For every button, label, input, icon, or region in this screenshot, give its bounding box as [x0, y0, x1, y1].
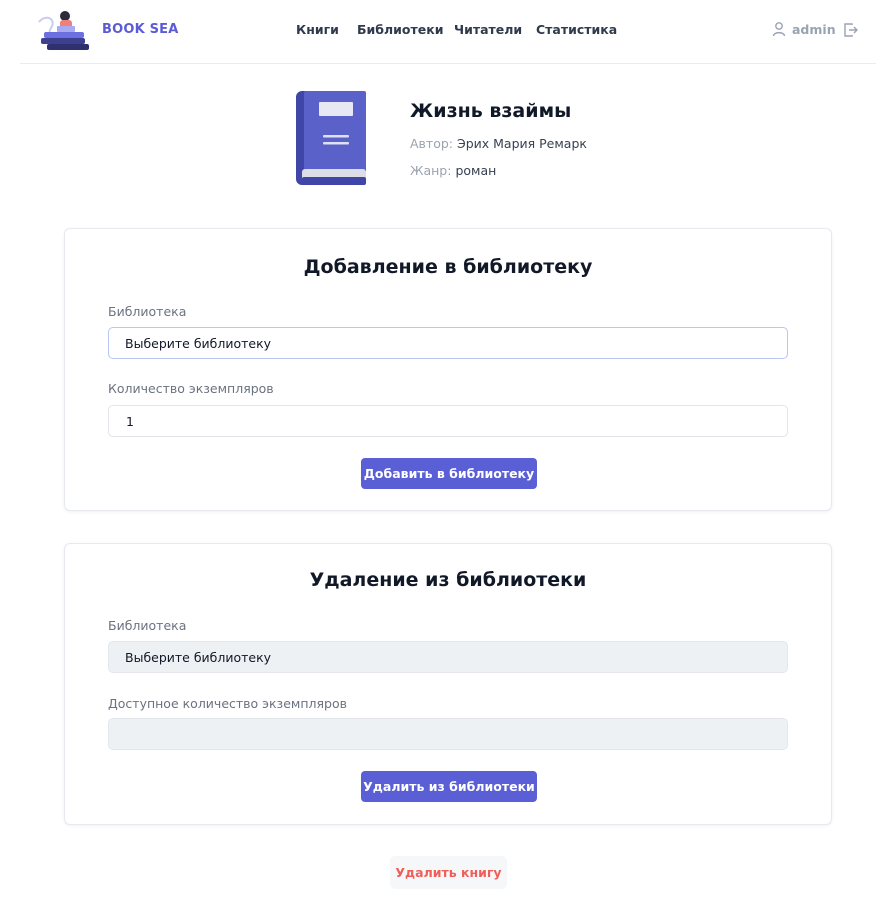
remove-library-select-value: Выберите библиотеку	[125, 649, 272, 665]
user-menu[interactable]: admin	[772, 21, 836, 37]
add-to-library-card: Добавление в библиотеку Библиотека Выбер…	[64, 228, 832, 511]
remove-library-select[interactable]: Выберите библиотеку	[108, 641, 788, 673]
add-library-select[interactable]: Выберите библиотеку	[108, 327, 788, 359]
remove-section-title: Удаление из библиотеки	[309, 569, 587, 591]
remove-count-input[interactable]	[108, 718, 788, 750]
nav-readers[interactable]: Читатели	[454, 22, 522, 37]
delete-book-button[interactable]: Удалить книгу	[390, 856, 507, 889]
add-count-input[interactable]: 1	[108, 405, 788, 437]
remove-from-library-button[interactable]: Удалить из библиотеки	[361, 771, 537, 802]
brand-name[interactable]: BOOK SEA	[102, 22, 179, 37]
remove-count-label: Доступное количество экземпляров	[108, 696, 347, 711]
add-library-label: Библиотека	[108, 304, 187, 319]
username: admin	[792, 21, 836, 37]
logout-icon[interactable]	[843, 22, 859, 38]
user-icon	[772, 22, 786, 37]
book-genre: Жанр: роман	[410, 163, 496, 178]
genre-value: роман	[455, 163, 497, 178]
author-value: Эрих Мария Ремарк	[456, 136, 587, 151]
add-count-value: 1	[126, 413, 134, 429]
nav-books[interactable]: Книги	[296, 22, 339, 37]
book-title: Жизнь взаймы	[410, 100, 572, 122]
remove-from-library-card: Удаление из библиотеки Библиотека Выбери…	[64, 543, 832, 825]
top-navbar: BOOK SEA Книги Библиотеки Читатели Стати…	[20, 0, 876, 64]
genre-label: Жанр:	[410, 163, 452, 178]
add-library-select-value: Выберите библиотеку	[125, 335, 272, 351]
add-count-label: Количество экземпляров	[108, 381, 274, 396]
nav-statistics[interactable]: Статистика	[536, 22, 617, 37]
reader-logo-icon[interactable]	[35, 8, 99, 54]
add-to-library-button[interactable]: Добавить в библиотеку	[361, 458, 537, 489]
add-section-title: Добавление в библиотеку	[303, 256, 593, 278]
book-cover-icon	[296, 91, 366, 185]
author-label: Автор:	[410, 136, 453, 151]
nav-libraries[interactable]: Библиотеки	[357, 22, 443, 37]
remove-library-label: Библиотека	[108, 618, 187, 633]
book-author: Автор: Эрих Мария Ремарк	[410, 136, 587, 151]
